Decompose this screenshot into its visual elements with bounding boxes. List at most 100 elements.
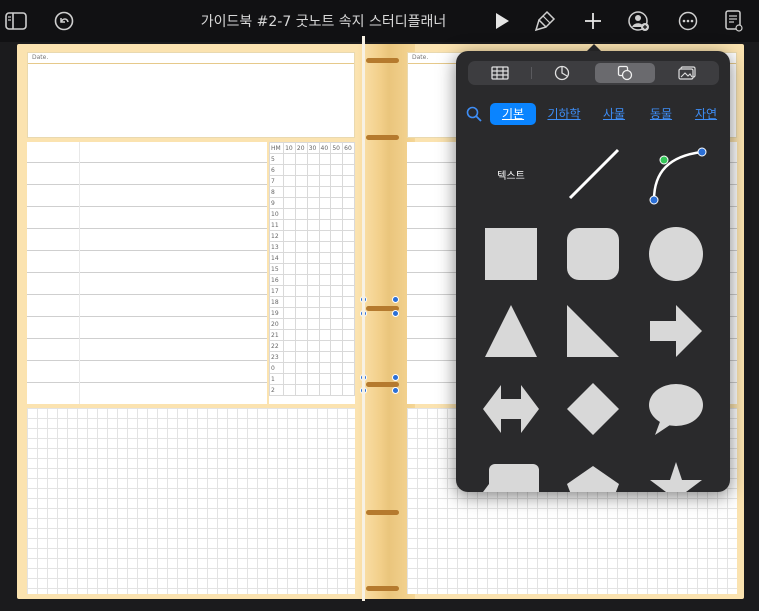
minute-cell[interactable] [318, 252, 332, 264]
left-grid-area[interactable] [27, 408, 355, 594]
minute-cell[interactable] [318, 175, 332, 187]
minute-cell[interactable] [306, 307, 320, 319]
minute-cell[interactable] [330, 241, 344, 253]
minute-cell[interactable] [283, 230, 296, 242]
shape-curve[interactable] [641, 139, 711, 209]
minute-cell[interactable] [342, 230, 355, 242]
minute-cell[interactable] [342, 362, 355, 374]
minute-cell[interactable] [283, 384, 296, 396]
minute-cell[interactable] [283, 197, 296, 209]
minute-cell[interactable] [283, 285, 296, 297]
minute-cell[interactable] [330, 362, 344, 374]
minute-cell[interactable] [342, 153, 355, 165]
minute-cell[interactable] [330, 219, 344, 231]
minute-cell[interactable] [306, 153, 320, 165]
minute-cell[interactable] [330, 274, 344, 286]
minute-cell[interactable] [330, 153, 344, 165]
search-icon[interactable] [466, 106, 482, 126]
minute-cell[interactable] [342, 219, 355, 231]
minute-cell[interactable] [306, 373, 320, 385]
tab-chart[interactable] [532, 63, 592, 83]
minute-cell[interactable] [283, 274, 296, 286]
minute-cell[interactable] [294, 274, 308, 286]
minute-cell[interactable] [342, 285, 355, 297]
minute-cell[interactable] [283, 153, 296, 165]
minute-cell[interactable] [283, 362, 296, 374]
minute-cell[interactable] [318, 164, 332, 176]
minute-cell[interactable] [330, 263, 344, 275]
minute-cell[interactable] [318, 153, 332, 165]
minute-cell[interactable] [283, 164, 296, 176]
selection-handle[interactable] [392, 387, 399, 394]
shape-circle[interactable] [641, 219, 711, 289]
category-nature[interactable]: 자연 [688, 103, 724, 125]
minute-cell[interactable] [294, 208, 308, 220]
minute-cell[interactable] [342, 197, 355, 209]
minute-cell[interactable] [294, 186, 308, 198]
minute-cell[interactable] [294, 329, 308, 341]
minute-cell[interactable] [294, 296, 308, 308]
minute-cell[interactable] [294, 263, 308, 275]
shape-double-arrow[interactable] [476, 374, 546, 444]
shape-speech-bubble[interactable] [641, 374, 711, 444]
minute-cell[interactable] [342, 175, 355, 187]
minute-cell[interactable] [283, 318, 296, 330]
left-date-box[interactable]: Date. [27, 52, 355, 138]
minute-cell[interactable] [306, 164, 320, 176]
minute-cell[interactable] [283, 186, 296, 198]
minute-cell[interactable] [318, 384, 332, 396]
tab-shapes[interactable] [595, 63, 655, 83]
minute-cell[interactable] [342, 384, 355, 396]
minute-cell[interactable] [330, 329, 344, 341]
minute-cell[interactable] [306, 340, 320, 352]
minute-cell[interactable] [306, 241, 320, 253]
minute-cell[interactable] [330, 230, 344, 242]
minute-cell[interactable] [283, 296, 296, 308]
minute-cell[interactable] [342, 318, 355, 330]
minute-cell[interactable] [283, 351, 296, 363]
minute-cell[interactable] [330, 208, 344, 220]
minute-cell[interactable] [330, 307, 344, 319]
minute-cell[interactable] [330, 175, 344, 187]
minute-cell[interactable] [330, 340, 344, 352]
minute-cell[interactable] [294, 197, 308, 209]
minute-cell[interactable] [318, 186, 332, 198]
minute-cell[interactable] [294, 318, 308, 330]
minute-cell[interactable] [318, 208, 332, 220]
format-brush-icon[interactable] [533, 9, 557, 33]
selection-handle[interactable] [392, 374, 399, 381]
minute-cell[interactable] [330, 252, 344, 264]
category-animals[interactable]: 동물 [643, 103, 679, 125]
minute-cell[interactable] [342, 241, 355, 253]
minute-cell[interactable] [342, 329, 355, 341]
tab-media[interactable] [657, 63, 717, 83]
more-icon[interactable] [676, 9, 700, 33]
time-table[interactable]: HM 10 20 30 40 50 60 5 6 7 8 9 10 11 12 13 14 15 16 17 18 19… [268, 142, 355, 404]
minute-cell[interactable] [294, 230, 308, 242]
minute-cell[interactable] [294, 175, 308, 187]
minute-cell[interactable] [330, 285, 344, 297]
minute-cell[interactable] [294, 285, 308, 297]
minute-cell[interactable] [283, 263, 296, 275]
minute-cell[interactable] [318, 285, 332, 297]
minute-cell[interactable] [283, 340, 296, 352]
minute-cell[interactable] [318, 241, 332, 253]
minute-cell[interactable] [318, 373, 332, 385]
minute-cell[interactable] [318, 274, 332, 286]
shape-star[interactable] [641, 449, 711, 492]
minute-cell[interactable] [330, 351, 344, 363]
minute-cell[interactable] [294, 153, 308, 165]
minute-cell[interactable] [330, 186, 344, 198]
minute-cell[interactable] [342, 307, 355, 319]
minute-cell[interactable] [283, 241, 296, 253]
minute-cell[interactable] [294, 307, 308, 319]
minute-cell[interactable] [318, 263, 332, 275]
minute-cell[interactable] [342, 263, 355, 275]
minute-cell[interactable] [306, 285, 320, 297]
minute-cell[interactable] [318, 362, 332, 374]
minute-cell[interactable] [342, 351, 355, 363]
minute-cell[interactable] [283, 329, 296, 341]
shape-pentagon[interactable] [558, 449, 628, 492]
minute-cell[interactable] [342, 186, 355, 198]
minute-cell[interactable] [342, 340, 355, 352]
